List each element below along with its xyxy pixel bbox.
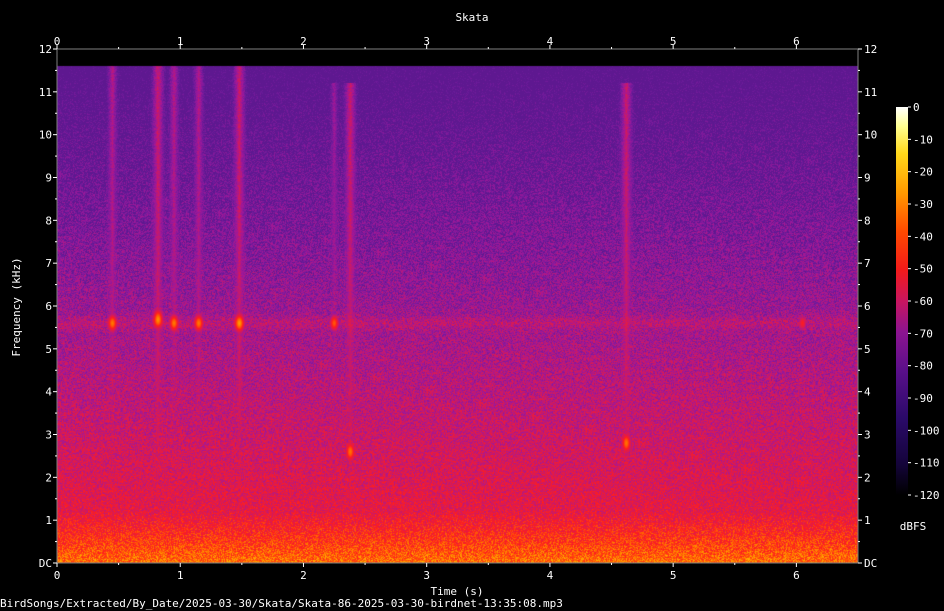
- x-ticks-bottom: 0 1 2 3 4 5 6: [54, 563, 800, 582]
- y-tick-label-left: DC: [39, 557, 52, 570]
- y-ticks-left: DC123456789101112: [39, 43, 57, 570]
- x-tick-label-top: 5: [670, 35, 677, 48]
- y-tick-label-right: 10: [864, 129, 877, 142]
- y-tick-label-left: 5: [45, 343, 52, 356]
- y-tick-label-right: 6: [864, 300, 871, 313]
- colorbar-ticks: 0 -10 -20 -30 -40 -50 -60 -70 -80 -90 -100 -110 -120: [908, 101, 940, 502]
- x-tick-label-top: 0: [54, 35, 61, 48]
- spectrogram-image: [57, 49, 858, 563]
- y-tick-label-left: 9: [45, 172, 52, 185]
- colorbar: [896, 107, 908, 495]
- y-tick-label-left: 12: [39, 43, 52, 56]
- y-tick-label-right: 2: [864, 471, 871, 484]
- spectrogram-image-container: [57, 49, 858, 563]
- x-tick-label-bottom: 5: [670, 569, 677, 582]
- y-tick-label-left: 1: [45, 514, 52, 527]
- y-tick-label-right: 4: [864, 386, 871, 399]
- y-tick-label-left: 4: [45, 386, 52, 399]
- colorbar-tick-label: -40: [913, 230, 933, 243]
- colorbar-tick-label: -50: [913, 263, 933, 276]
- x-tick-label-bottom: 2: [300, 569, 307, 582]
- y-tick-label-left: 3: [45, 429, 52, 442]
- colorbar-tick-label: -20: [913, 166, 933, 179]
- y-tick-label-left: 8: [45, 214, 52, 227]
- x-tick-label-top: 1: [177, 35, 184, 48]
- x-tick-label-top: 4: [547, 35, 554, 48]
- y-tick-label-right: 9: [864, 172, 871, 185]
- y-tick-label-right: 12: [864, 43, 877, 56]
- y-tick-label-right: 1: [864, 514, 871, 527]
- y-tick-label-right: DC: [864, 557, 877, 570]
- file-path-caption: BirdSongs/Extracted/By_Date/2025-03-30/S…: [0, 597, 563, 610]
- colorbar-unit: dBFS: [900, 520, 927, 533]
- y-tick-label-left: 6: [45, 300, 52, 313]
- colorbar-tick-label: -100: [913, 424, 940, 437]
- colorbar-tick-label: -80: [913, 360, 933, 373]
- y-ticks-right: DC123456789101112: [858, 43, 877, 570]
- y-tick-label-right: 3: [864, 429, 871, 442]
- x-tick-label-top: 2: [300, 35, 307, 48]
- y-tick-label-left: 2: [45, 471, 52, 484]
- y-tick-label-right: 8: [864, 214, 871, 227]
- x-tick-label-bottom: 0: [54, 569, 61, 582]
- y-tick-label-left: 7: [45, 257, 52, 270]
- y-tick-label-right: 5: [864, 343, 871, 356]
- spectrogram-svg: Skata 0123456 0123456 DC123456789101112 …: [10, 11, 940, 598]
- x-ticks-top: 0 1 2 3 4 5 6: [54, 35, 800, 49]
- x-tick-label-bottom: 3: [423, 569, 430, 582]
- colorbar-tick-label: -30: [913, 198, 933, 211]
- x-tick-label-bottom: 4: [547, 569, 554, 582]
- y-tick-label-right: 7: [864, 257, 871, 270]
- colorbar-tick-label: -60: [913, 295, 933, 308]
- y-tick-label-left: 11: [39, 86, 52, 99]
- y-axis-label: Frequency (kHz): [10, 257, 23, 356]
- colorbar-tick-label: 0: [913, 101, 920, 114]
- y-tick-label-right: 11: [864, 86, 877, 99]
- colorbar-tick-label: -120: [913, 489, 940, 502]
- x-tick-label-top: 6: [793, 35, 800, 48]
- x-axis-label: Time (s): [431, 585, 484, 597]
- colorbar-tick-label: -90: [913, 392, 933, 405]
- colorbar-tick-label: -110: [913, 457, 940, 470]
- y-tick-label-left: 10: [39, 129, 52, 142]
- colorbar-tick-label: -70: [913, 327, 933, 340]
- x-tick-label-bottom: 6: [793, 569, 800, 582]
- x-tick-label-top: 3: [423, 35, 430, 48]
- chart-title: Skata: [455, 11, 488, 24]
- x-tick-label-bottom: 1: [177, 569, 184, 582]
- colorbar-tick-label: -10: [913, 133, 933, 146]
- spectrogram-figure: Skata 0123456 0123456 DC 1 2 3 4 5 6 7 8 9 10 11 12 …: [0, 0, 944, 610]
